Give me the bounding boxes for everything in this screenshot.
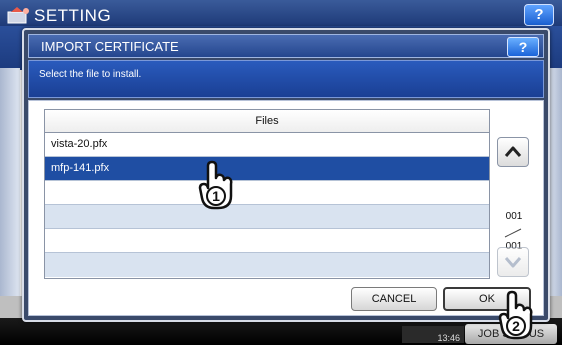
page-current: 001 <box>505 211 523 222</box>
setting-logo-icon <box>6 6 32 24</box>
files-column-header: Files <box>45 110 489 133</box>
dialog-title: IMPORT CERTIFICATE <box>41 39 179 54</box>
dialog-message-bar: Select the file to install. <box>28 60 544 98</box>
chevron-up-icon <box>504 146 522 157</box>
chevron-down-icon <box>504 257 522 268</box>
cancel-button[interactable]: CANCEL <box>351 287 437 311</box>
file-row-empty[interactable] <box>45 205 489 229</box>
hand-pointer-step1-icon: 1 <box>196 160 238 212</box>
left-side-strip <box>0 68 20 300</box>
file-row[interactable]: vista-20.pfx <box>45 133 489 157</box>
files-table: Files vista-20.pfx mfp-141.pfx <box>44 109 490 279</box>
dialog-titlebar: IMPORT CERTIFICATE ? <box>28 34 544 58</box>
import-certificate-dialog: IMPORT CERTIFICATE ? Select the file to … <box>22 28 550 322</box>
file-row-empty[interactable] <box>45 181 489 205</box>
right-side-strip <box>548 68 562 300</box>
page-separator <box>504 228 522 238</box>
scroll-down-button[interactable] <box>497 247 529 277</box>
hand-pointer-step2-icon: 2 <box>496 290 538 342</box>
dialog-panel: Files vista-20.pfx mfp-141.pfx 001 001 C… <box>28 100 544 316</box>
step2-number: 2 <box>512 318 520 334</box>
clock: 13:46 <box>402 326 464 343</box>
dialog-help-button[interactable]: ? <box>507 37 539 57</box>
dialog-message: Select the file to install. <box>39 69 142 80</box>
file-row-empty[interactable] <box>45 229 489 253</box>
setting-help-button[interactable]: ? <box>524 4 554 26</box>
file-row-selected[interactable]: mfp-141.pfx <box>45 157 489 181</box>
file-row-empty[interactable] <box>45 253 489 277</box>
step1-number: 1 <box>212 188 220 204</box>
scroll-up-button[interactable] <box>497 137 529 167</box>
setting-title: SETTING <box>34 6 112 25</box>
